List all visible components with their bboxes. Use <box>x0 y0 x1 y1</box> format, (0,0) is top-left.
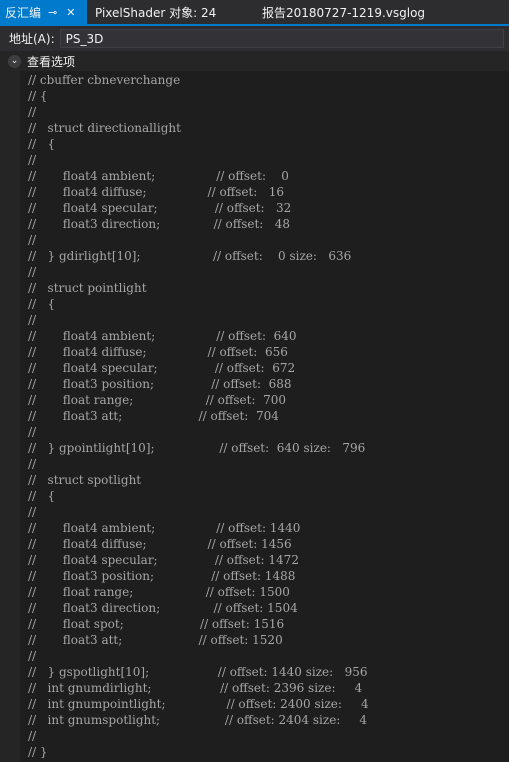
code-line: // float4 diffuse; // offset: 1456 <box>28 537 292 551</box>
code-line: // float3 att; // offset: 704 <box>28 409 279 423</box>
code-line: // <box>28 457 37 471</box>
tab-pixelshader-label: PixelShader 对象: 24 <box>95 5 217 20</box>
code-line: // float4 specular; // offset: 32 <box>28 201 292 215</box>
view-options-bar[interactable]: ⌄ 查看选项 <box>0 51 509 71</box>
code-line: // <box>28 153 37 167</box>
code-line: // float3 position; // offset: 1488 <box>28 569 296 583</box>
code-line: // struct spotlight <box>28 473 142 487</box>
code-line: // int gnumspotlight; // offset: 2404 si… <box>28 713 368 727</box>
tab-pixelshader-object[interactable]: PixelShader 对象: 24 <box>87 0 245 24</box>
code-line: // } gdirlight[10]; // offset: 0 size: 6… <box>28 249 352 263</box>
address-input[interactable] <box>59 29 504 48</box>
code-line: // { <box>28 489 56 503</box>
code-line: // } gspotlight[10]; // offset: 1440 siz… <box>28 665 368 679</box>
code-line: // float range; // offset: 1500 <box>28 585 290 599</box>
code-line: // <box>28 729 37 743</box>
chevron-down-icon[interactable]: ⌄ <box>8 54 21 68</box>
code-line: // <box>28 105 37 119</box>
code-line: // <box>28 649 37 663</box>
code-line: // { <box>28 89 48 103</box>
code-line: // <box>28 505 37 519</box>
code-line: // float4 specular; // offset: 1472 <box>28 553 299 567</box>
tab-disassembly-label: 反汇编 <box>5 5 42 20</box>
close-icon[interactable]: ✕ <box>66 6 75 19</box>
code-line: // { <box>28 297 56 311</box>
code-line: // float4 diffuse; // offset: 16 <box>28 185 285 199</box>
code-line: // float3 direction; // offset: 1504 <box>28 601 298 615</box>
code-line: // float3 direction; // offset: 48 <box>28 217 291 231</box>
view-options-label[interactable]: 查看选项 <box>27 53 75 70</box>
code-line: // int gnumdirlight; // offset: 2396 siz… <box>28 681 363 695</box>
code-line: // float3 position; // offset: 688 <box>28 377 292 391</box>
code-line: // float spot; // offset: 1516 <box>28 617 285 631</box>
code-line: // { <box>28 137 56 151</box>
editor-left-margin <box>0 71 20 762</box>
code-line: // <box>28 265 37 279</box>
address-label: 地址(A): <box>9 32 55 46</box>
code-line: // float range; // offset: 700 <box>28 393 287 407</box>
code-line: // <box>28 233 37 247</box>
code-line: // } gpointlight[10]; // offset: 640 siz… <box>28 441 366 455</box>
code-line: // struct directionallight <box>28 121 181 135</box>
code-line: // float3 att; // offset: 1520 <box>28 633 283 647</box>
code-line: // float4 ambient; // offset: 1440 <box>28 521 301 535</box>
tab-vsglog-report[interactable]: 报告20180727-1219.vsglog <box>245 0 425 24</box>
disassembly-code-view[interactable]: // cbuffer cbneverchange // { // // struct … <box>28 72 369 760</box>
code-line: // float4 ambient; // offset: 640 <box>28 329 297 343</box>
tab-disassembly[interactable]: 反汇编 ⊸ ✕ <box>0 0 87 24</box>
code-line: // int gnumpointlight; // offset: 2400 s… <box>28 697 369 711</box>
code-line: // float4 specular; // offset: 672 <box>28 361 296 375</box>
tab-vsglog-label: 报告20180727-1219.vsglog <box>262 5 426 20</box>
code-line: // } <box>28 745 48 759</box>
code-line: // struct pointlight <box>28 281 147 295</box>
code-line: // float4 diffuse; // offset: 656 <box>28 345 288 359</box>
code-line: // <box>28 313 37 327</box>
pin-icon[interactable]: ⊸ <box>48 6 57 19</box>
code-line: // float4 ambient; // offset: 0 <box>28 169 289 183</box>
document-tab-bar: 反汇编 ⊸ ✕ PixelShader 对象: 24 报告20180727-12… <box>0 0 509 24</box>
code-line: // <box>28 425 37 439</box>
address-bar: 地址(A): <box>0 26 509 51</box>
code-line: // cbuffer cbneverchange <box>28 73 181 87</box>
